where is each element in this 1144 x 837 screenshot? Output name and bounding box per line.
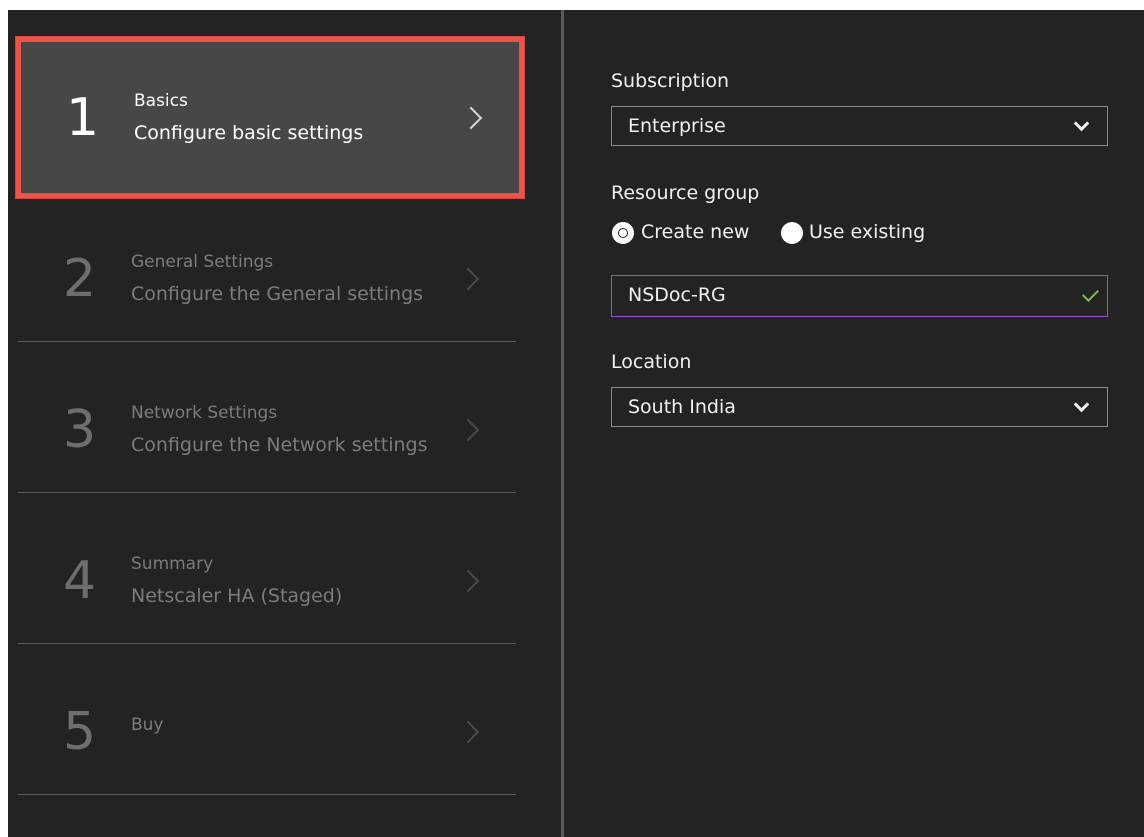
step-title: Basics (134, 90, 188, 111)
radio-use-existing-label[interactable]: Use existing (809, 221, 925, 243)
steps-pane: 1 Basics Configure basic settings 2 Gene… (8, 10, 561, 837)
subscription-select[interactable]: Enterprise (611, 106, 1108, 146)
step-number: 5 (63, 702, 97, 762)
chevron-right-icon (456, 720, 480, 744)
chevron-right-icon (456, 418, 480, 442)
location-label: Location (611, 351, 692, 373)
step-number: 3 (63, 400, 97, 460)
step-divider (18, 643, 516, 644)
step-general-settings[interactable]: 2 General Settings Configure the General… (18, 205, 516, 353)
subscription-value: Enterprise (628, 115, 726, 137)
step-number: 4 (63, 551, 97, 611)
chevron-right-icon (459, 106, 483, 129)
chevron-down-icon (1073, 115, 1090, 132)
resource-group-value: NSDoc-RG (628, 284, 726, 306)
step-number: 2 (63, 249, 97, 309)
radio-create-new[interactable] (612, 222, 634, 244)
step-subtitle: Configure the Network settings (131, 433, 428, 456)
step-subtitle: Configure the General settings (131, 282, 424, 305)
wizard-frame: 1 Basics Configure basic settings 2 Gene… (8, 10, 1144, 837)
location-value: South India (628, 396, 736, 418)
step-buy[interactable]: 5 Buy (18, 658, 516, 806)
location-select[interactable]: South India (611, 387, 1108, 427)
chevron-right-icon (456, 267, 480, 291)
resource-group-label: Resource group (611, 182, 760, 204)
radio-use-existing[interactable] (781, 222, 803, 244)
basics-form: Subscription Enterprise Resource group C… (564, 10, 1144, 837)
step-network-settings[interactable]: 3 Network Settings Configure the Network… (18, 356, 516, 504)
resource-group-input[interactable]: NSDoc-RG (611, 275, 1108, 317)
subscription-label: Subscription (611, 70, 730, 92)
chevron-right-icon (456, 569, 480, 593)
step-subtitle: Configure basic settings (134, 121, 364, 144)
step-title: Buy (131, 714, 164, 735)
step-basics[interactable]: 1 Basics Configure basic settings (16, 37, 524, 198)
chevron-down-icon (1073, 396, 1090, 413)
step-title: Network Settings (131, 402, 278, 423)
radio-create-new-label[interactable]: Create new (641, 221, 749, 243)
step-divider (18, 492, 516, 493)
step-divider (18, 341, 516, 342)
step-number: 1 (66, 87, 100, 148)
step-subtitle: Netscaler HA (Staged) (131, 584, 343, 607)
checkmark-icon (1082, 285, 1099, 302)
step-summary[interactable]: 4 Summary Netscaler HA (Staged) (18, 507, 516, 655)
step-divider (18, 794, 516, 795)
step-title: General Settings (131, 251, 274, 272)
step-title: Summary (131, 553, 214, 574)
